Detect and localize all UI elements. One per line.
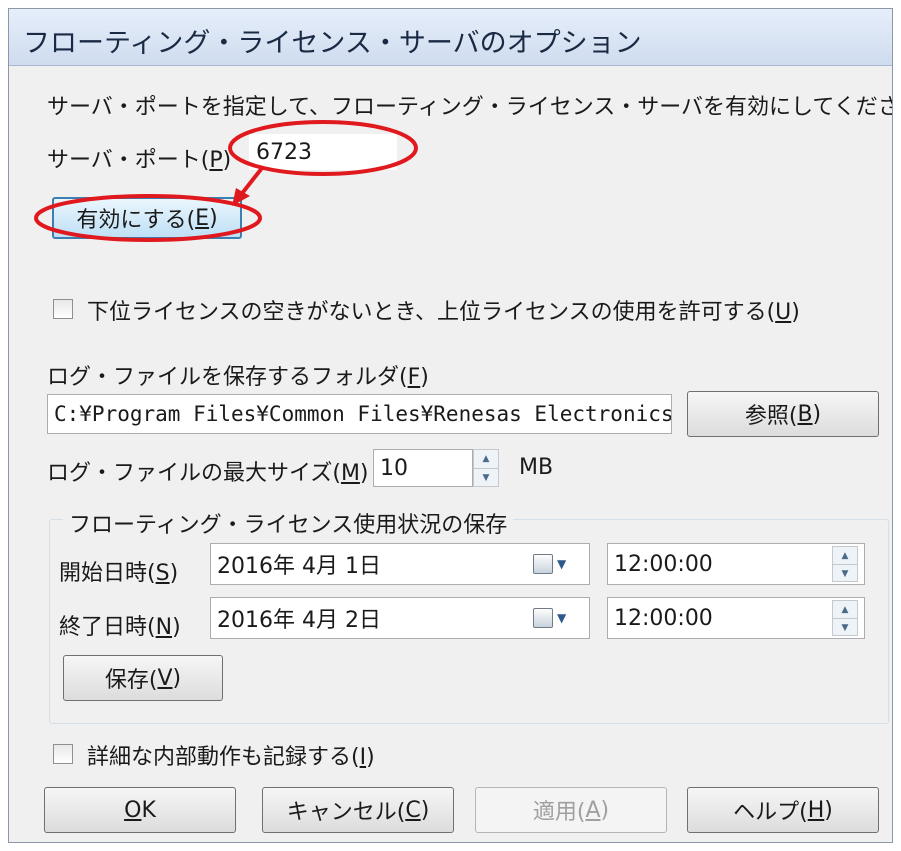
log-max-size-spinner[interactable]: ▲ ▼ <box>473 449 499 487</box>
spin-up-icon[interactable]: ▲ <box>833 547 857 564</box>
log-max-size-label: ログ・ファイルの最大サイズ(M) <box>47 461 369 486</box>
log-max-size-unit: MB <box>519 455 554 480</box>
ok-button[interactable]: OK <box>44 787 236 833</box>
apply-button[interactable]: 適用(A) <box>475 787 667 833</box>
help-button[interactable]: ヘルプ(H) <box>687 787 879 833</box>
start-date-value: 2016年 4月 1日 <box>217 554 381 579</box>
spin-up-icon[interactable]: ▲ <box>833 601 857 618</box>
enable-button[interactable]: 有効にする(E) <box>52 197 242 239</box>
end-time-input[interactable]: 12:00:00 <box>607 597 865 639</box>
end-time-spinner[interactable]: ▲ ▼ <box>832 600 858 636</box>
log-folder-value: C:¥Program Files¥Common Files¥Renesas El… <box>54 402 672 426</box>
start-time-value: 12:00:00 <box>614 551 713 577</box>
end-date-value: 2016年 4月 2日 <box>217 608 381 633</box>
detail-log-label: 詳細な内部動作も記録する(I) <box>87 745 375 770</box>
log-max-size-input[interactable]: 10 <box>373 449 473 487</box>
usage-save-group-title: フローティング・ライセンス使用状況の保存 <box>63 507 514 539</box>
start-time-input[interactable]: 12:00:00 <box>607 543 865 585</box>
save-usage-button[interactable]: 保存(V) <box>63 655 223 701</box>
spin-down-icon[interactable]: ▼ <box>833 564 857 582</box>
cancel-button[interactable]: キャンセル(C) <box>262 787 454 833</box>
title-bar: フローティング・ライセンス・サーバのオプション <box>9 9 892 66</box>
start-time-spinner[interactable]: ▲ ▼ <box>832 546 858 582</box>
start-calendar-icon[interactable]: ▼ <box>533 551 577 577</box>
browse-button[interactable]: 参照(B) <box>687 391 879 437</box>
end-datetime-label: 終了日時(N) <box>59 615 181 640</box>
end-calendar-icon[interactable]: ▼ <box>533 605 577 631</box>
log-max-size-value: 10 <box>380 455 408 481</box>
server-port-input[interactable]: 6723 <box>249 134 397 170</box>
allow-upper-license-checkbox[interactable] <box>53 299 73 319</box>
spin-down-icon[interactable]: ▼ <box>474 468 498 487</box>
intro-text: サーバ・ポートを指定して、フローティング・ライセンス・サーバを有効にしてください… <box>47 95 893 120</box>
options-dialog: フローティング・ライセンス・サーバのオプション サーバ・ポートを指定して、フロー… <box>8 8 893 843</box>
detail-log-checkbox[interactable] <box>53 744 73 764</box>
spin-down-icon[interactable]: ▼ <box>833 618 857 636</box>
allow-upper-license-label: 下位ライセンスの空きがないとき、上位ライセンスの使用を許可する(U) <box>87 300 800 325</box>
start-datetime-label: 開始日時(S) <box>59 561 179 586</box>
log-folder-label: ログ・ファイルを保存するフォルダ(F) <box>47 365 429 390</box>
server-port-value: 6723 <box>256 139 312 165</box>
spin-up-icon[interactable]: ▲ <box>474 450 498 468</box>
log-folder-input[interactable]: C:¥Program Files¥Common Files¥Renesas El… <box>47 394 672 434</box>
window-title: フローティング・ライセンス・サーバのオプション <box>23 28 642 59</box>
end-time-value: 12:00:00 <box>614 605 713 631</box>
server-port-label: サーバ・ポート(P) <box>47 148 232 173</box>
